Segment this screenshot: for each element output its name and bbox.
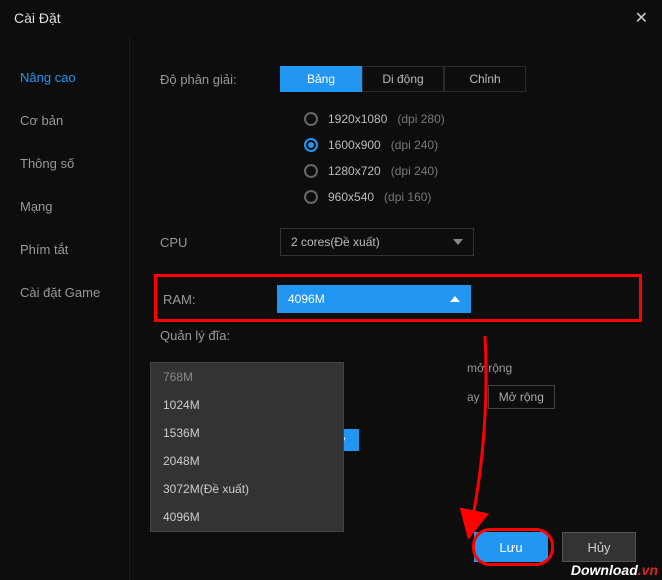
ram-dropdown: 768M 1024M 1536M 2048M 3072M(Đề xuất) 40… — [150, 362, 344, 532]
close-icon[interactable]: ✕ — [635, 8, 648, 28]
sidebar-item-network[interactable]: Mạng — [0, 185, 129, 228]
disk-suffix-2: ay — [467, 390, 480, 404]
resolution-option-1920[interactable]: 1920x1080 (dpi 280) — [304, 106, 642, 132]
resolution-option-1600[interactable]: 1600x900 (dpi 240) — [304, 132, 642, 158]
sidebar-item-basic[interactable]: Cơ bản — [0, 99, 129, 142]
ram-option-2048[interactable]: 2048M — [151, 447, 343, 475]
ram-option-768[interactable]: 768M — [151, 363, 343, 391]
disk-expand-label-1: mở rộng — [467, 361, 512, 375]
cpu-value: 2 cores(Đề xuất) — [291, 235, 380, 249]
disk-expand-button[interactable]: Mở rộng — [488, 385, 555, 409]
window-title: Cài Đặt — [14, 10, 61, 26]
disk-label: Quản lý đĩa: — [160, 328, 280, 343]
radio-icon — [304, 164, 318, 178]
resolution-label: Độ phân giải: — [160, 72, 280, 87]
ram-value: 4096M — [288, 292, 325, 306]
cpu-select[interactable]: 2 cores(Đề xuất) — [280, 228, 474, 256]
ram-option-3072[interactable]: 3072M(Đề xuất) — [151, 475, 343, 503]
sidebar-item-shortcut[interactable]: Phím tắt — [0, 228, 129, 271]
ram-option-1536[interactable]: 1536M — [151, 419, 343, 447]
sidebar-item-info[interactable]: Thông số — [0, 142, 129, 185]
sidebar-item-game[interactable]: Cài đặt Game — [0, 271, 129, 314]
ram-select[interactable]: 4096M — [277, 285, 471, 313]
radio-icon — [304, 138, 318, 152]
resolution-option-1280[interactable]: 1280x720 (dpi 240) — [304, 158, 642, 184]
save-highlight — [472, 528, 554, 566]
chevron-up-icon — [450, 296, 460, 302]
cancel-button[interactable]: Hủy — [562, 532, 636, 562]
chevron-down-icon — [453, 239, 463, 245]
mode-tablet[interactable]: Bảng — [280, 66, 362, 92]
mode-custom[interactable]: Chỉnh — [444, 66, 526, 92]
sidebar-item-advanced[interactable]: Nâng cao — [0, 56, 129, 99]
resolution-mode-group: Bảng Di động Chỉnh — [280, 66, 526, 92]
resolution-option-960[interactable]: 960x540 (dpi 160) — [304, 184, 642, 210]
watermark: Download.vn — [571, 562, 658, 578]
resolution-list: 1920x1080 (dpi 280) 1600x900 (dpi 240) 1… — [304, 106, 642, 210]
ram-label: RAM: — [163, 292, 277, 307]
ram-highlight: RAM: 4096M — [154, 274, 642, 322]
radio-icon — [304, 190, 318, 204]
ram-option-4096[interactable]: 4096M — [151, 503, 343, 531]
cpu-label: CPU — [160, 235, 280, 250]
mode-mobile[interactable]: Di động — [362, 66, 444, 92]
ram-option-1024[interactable]: 1024M — [151, 391, 343, 419]
sidebar: Nâng cao Cơ bản Thông số Mạng Phím tắt C… — [0, 36, 130, 580]
radio-icon — [304, 112, 318, 126]
